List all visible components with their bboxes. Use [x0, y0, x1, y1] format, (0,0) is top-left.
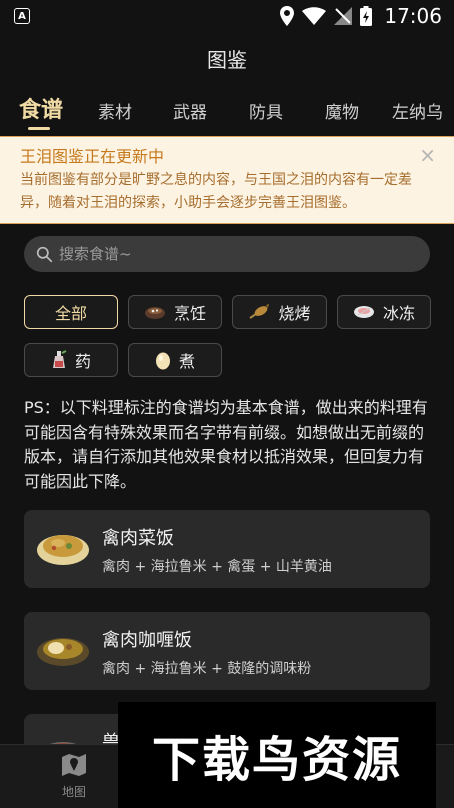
tab-zonai[interactable]: 左纳乌 [392, 98, 443, 123]
cooking-pot-icon [144, 307, 165, 319]
potion-icon [52, 350, 67, 368]
map-icon [62, 754, 86, 776]
nav-label: 地图 [61, 785, 86, 799]
close-icon[interactable]: × [419, 143, 436, 167]
search-input[interactable] [59, 245, 399, 263]
tab-recipes[interactable]: 食谱 [19, 92, 63, 124]
filter-roast[interactable]: 烧烤 [232, 295, 327, 329]
filter-label: 药 [74, 352, 91, 371]
recipe-card[interactable]: 禽肉菜饭 禽肉 + 海拉鲁米 + 禽蛋 + 山羊黄油 [24, 510, 430, 588]
recipe-name: 禽肉咖喱饭 [102, 630, 192, 651]
search-bar[interactable] [24, 236, 430, 272]
tab-armor[interactable]: 防具 [249, 98, 283, 123]
filter-frozen[interactable]: 冰冻 [337, 295, 431, 329]
recipe-name: 禽肉菜饭 [102, 528, 174, 549]
filter-all[interactable]: 全部 [24, 295, 118, 329]
filter-label: 烧烤 [278, 304, 311, 323]
roast-fish-icon [249, 304, 270, 319]
ps-note: PS：以下料理标注的食谱均为基本食谱，做出来的料理有可能因含有特殊效果而名字带有… [24, 398, 428, 491]
filter-label: 冰冻 [382, 304, 415, 323]
category-tabs: 食谱 素材 武器 防具 魔物 左纳乌 [0, 92, 454, 132]
filter-cooking[interactable]: 烹饪 [128, 295, 222, 329]
poultry-pilaf-image [37, 535, 89, 565]
clock: 17:06 [384, 4, 442, 28]
tab-materials[interactable]: 素材 [98, 98, 132, 123]
no-signal-icon [334, 7, 353, 25]
update-notice-banner: 王泪图鉴正在更新中 当前图鉴有部分是旷野之息的内容，与王国之泪的内容有一定差异，… [0, 136, 454, 224]
watermark-text: 下载鸟资源 [151, 732, 402, 788]
notice-body: 当前图鉴有部分是旷野之息的内容，与王国之泪的内容有一定差异，随着对王泪的探索，小… [20, 172, 412, 211]
filter-potion[interactable]: 药 [24, 343, 118, 377]
poultry-curry-image [37, 638, 89, 666]
app-notification-icon: A [14, 8, 30, 24]
tab-monsters[interactable]: 魔物 [325, 98, 359, 123]
tab-weapons[interactable]: 武器 [173, 98, 207, 123]
nav-map[interactable]: 地图 [60, 751, 88, 800]
notice-title: 王泪图鉴正在更新中 [20, 147, 165, 166]
search-icon [36, 246, 53, 262]
filter-label: 烹饪 [173, 304, 206, 323]
filter-label: 全部 [54, 304, 87, 323]
filter-boiled[interactable]: 煮 [128, 343, 222, 377]
battery-charging-icon [360, 6, 373, 26]
frozen-icon [353, 306, 374, 318]
location-icon [280, 6, 295, 26]
filter-label: 煮 [178, 352, 195, 371]
boiled-egg-icon [155, 352, 170, 370]
page-title: 图鉴 [207, 48, 247, 72]
recipe-card[interactable]: 禽肉咖喱饭 禽肉 + 海拉鲁米 + 鼓隆的调味粉 [24, 612, 430, 690]
active-tab-indicator [28, 127, 50, 130]
recipe-ingredients: 禽肉 + 海拉鲁米 + 禽蛋 + 山羊黄油 [102, 559, 332, 575]
status-bar: A 17:06 [0, 0, 454, 32]
wifi-icon [302, 7, 327, 25]
recipe-ingredients: 禽肉 + 海拉鲁米 + 鼓隆的调味粉 [102, 661, 312, 677]
watermark-logo: 下载鸟资源 [118, 702, 436, 808]
